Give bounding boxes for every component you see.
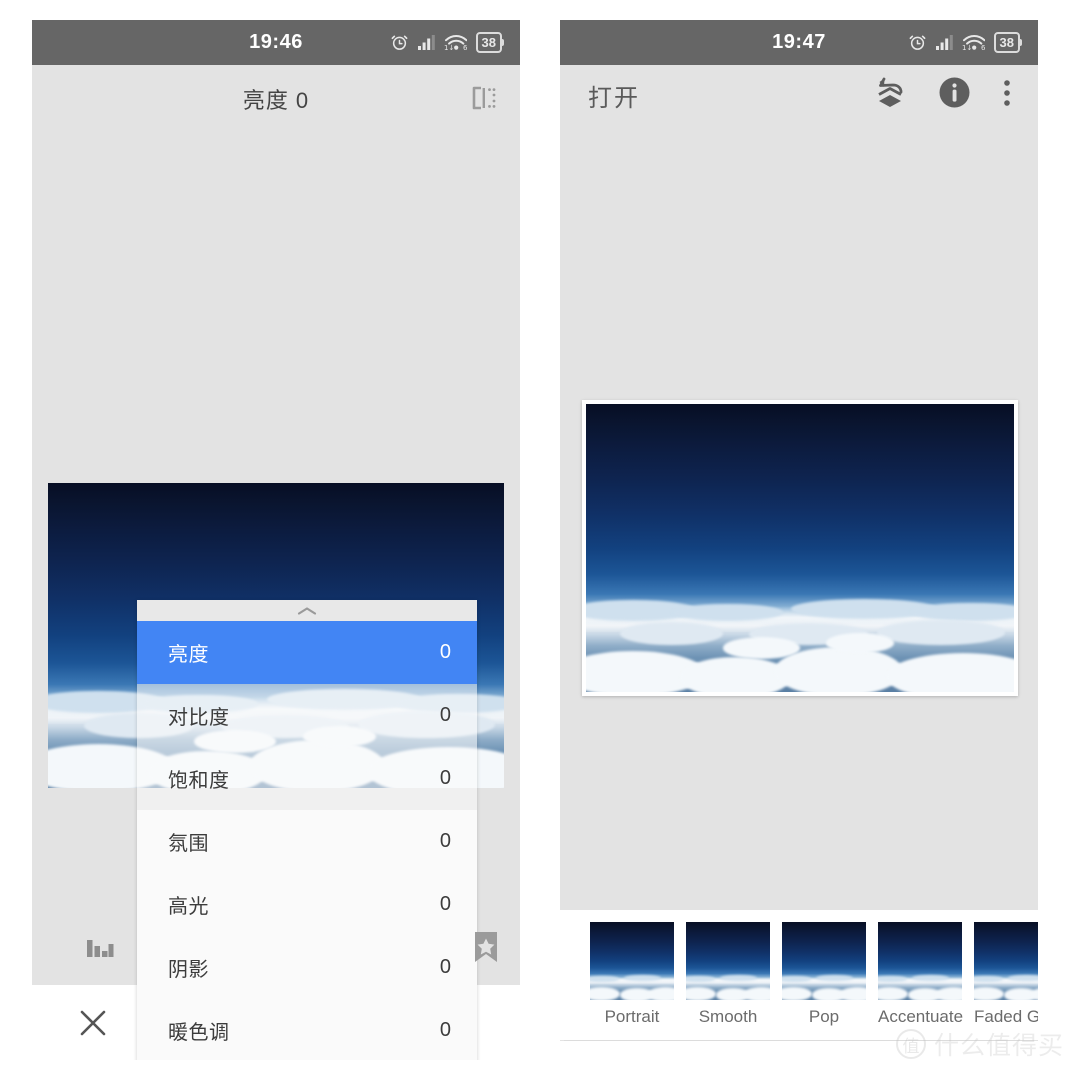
filter-label: Portrait	[604, 1007, 660, 1026]
svg-text:6: 6	[463, 44, 467, 51]
filter-item[interactable]: Portrait	[590, 922, 674, 1027]
adjust-label: 对比度	[168, 707, 230, 729]
adjust-row-brightness[interactable]: 亮度 0	[137, 621, 477, 684]
adjust-label: 阴影	[168, 959, 209, 981]
adjust-label: 亮度	[168, 644, 209, 666]
adjust-value: 0	[439, 1019, 451, 1041]
screenshot-stage: 19:46 1↓ 6 38 亮度 0 亮度 0 对比度 0 饱和度 0 氛围 0…	[0, 0, 1080, 1080]
status-icons: 1↓ 6 38	[908, 32, 1038, 53]
before-after-compare-icon[interactable]	[468, 83, 498, 118]
adjust-row-contrast[interactable]: 对比度 0	[137, 684, 477, 747]
page-title: 亮度 0	[242, 88, 310, 113]
cellular-signal-icon	[417, 35, 435, 50]
filter-thumbnail	[590, 922, 674, 1000]
adjust-label: 氛围	[168, 833, 209, 855]
filter-item[interactable]: Accentuate	[878, 922, 964, 1027]
adjust-value: 0	[439, 641, 451, 663]
filter-label: Smooth	[698, 1007, 758, 1026]
filter-thumbnail	[878, 922, 962, 1000]
info-circle-icon[interactable]	[937, 75, 972, 115]
cellular-signal-icon	[935, 35, 953, 50]
close-x-icon[interactable]	[32, 985, 154, 1060]
left-app-header: 亮度 0	[32, 65, 520, 130]
adjust-label: 饱和度	[168, 770, 230, 792]
adjust-rows-over-photo: 亮度 0 对比度 0 饱和度 0	[137, 621, 477, 810]
filter-item[interactable]: Faded Gl	[974, 922, 1038, 1027]
header-actions	[873, 75, 1018, 115]
left-status-bar: 19:46 1↓ 6 38	[32, 20, 520, 65]
battery-indicator: 38	[475, 32, 505, 53]
left-phone-screen: 19:46 1↓ 6 38 亮度 0 亮度 0 对比度 0 饱和度 0 氛围 0…	[32, 20, 520, 1060]
adjustments-popup[interactable]: 亮度 0 对比度 0 饱和度 0 氛围 0 高光 0 阴影 0 暖色调 0	[137, 600, 477, 1060]
right-status-bar: 19:47 1↓ 6 38	[560, 20, 1038, 65]
watermark: 值 什么值得买	[895, 1026, 1064, 1062]
filter-thumbnail	[974, 922, 1038, 1000]
adjust-row-warmth[interactable]: 暖色调 0	[137, 999, 477, 1060]
status-icons: 1↓ 6 38	[390, 32, 520, 53]
adjust-row-saturation[interactable]: 饱和度 0	[137, 747, 477, 810]
filter-label: Faded Gl	[974, 1007, 1038, 1026]
photo-preview[interactable]	[582, 400, 1018, 696]
layers-undo-icon[interactable]	[873, 76, 907, 115]
alarm-clock-icon	[390, 33, 409, 52]
filter-item[interactable]: Smooth	[686, 922, 770, 1027]
filter-thumbnail	[782, 922, 866, 1000]
filter-label: Accentuate	[878, 1007, 964, 1026]
histogram-icon[interactable]	[84, 932, 114, 967]
filter-label: Pop	[808, 1007, 840, 1026]
chevron-up-icon	[297, 606, 317, 615]
adjust-value: 0	[439, 767, 451, 789]
adjust-value: 0	[439, 893, 451, 915]
filter-list: Portrait Smooth Pop Accentuate Faded Gl	[560, 922, 1038, 1027]
left-photo-canvas: 亮度 0 对比度 0 饱和度 0 氛围 0 高光 0 阴影 0 暖色调 0	[32, 130, 520, 1060]
adjust-row-highlights[interactable]: 高光 0	[137, 873, 477, 936]
wifi-6-icon: 1↓ 6	[962, 34, 985, 51]
adjust-value: 0	[439, 704, 451, 726]
bookmark-star-icon[interactable]	[470, 930, 502, 969]
tab-tools[interactable]: 工具	[719, 1055, 878, 1060]
adjust-label: 暖色调	[168, 1022, 230, 1044]
battery-indicator: 38	[993, 32, 1023, 53]
svg-text:1↓: 1↓	[444, 44, 454, 51]
right-photo-canvas	[560, 125, 1038, 910]
right-app-header: 打开	[560, 65, 1038, 125]
svg-text:6: 6	[981, 44, 985, 51]
filter-item[interactable]: Pop	[782, 922, 866, 1027]
right-phone-screen: 19:47 1↓ 6 38 打开 Portrait Smooth Pop Acc…	[560, 20, 1038, 1060]
tab-styles[interactable]: 样式	[560, 1055, 719, 1060]
status-clock: 19:47	[772, 31, 826, 53]
watermark-text: 什么值得买	[933, 1031, 1064, 1060]
overflow-menu-icon[interactable]	[1002, 76, 1012, 115]
watermark-logo-icon: 值	[895, 1029, 926, 1059]
filter-thumbnail	[686, 922, 770, 1000]
adjust-row-shadows[interactable]: 阴影 0	[137, 936, 477, 999]
cloud-layer	[586, 594, 1014, 692]
open-label: 打开	[588, 84, 640, 112]
alarm-clock-icon	[908, 33, 927, 52]
filter-strip[interactable]: Portrait Smooth Pop Accentuate Faded Gl	[560, 910, 1038, 1040]
status-clock: 19:46	[249, 31, 303, 53]
adjust-label: 高光	[168, 896, 209, 918]
adjust-row-ambiance[interactable]: 氛围 0	[137, 810, 477, 873]
adjust-value: 0	[439, 956, 451, 978]
svg-text:1↓: 1↓	[962, 44, 972, 51]
wifi-6-icon: 1↓ 6	[444, 34, 467, 51]
adjust-value: 0	[439, 830, 451, 852]
popup-collapse-handle[interactable]	[137, 600, 477, 621]
adjust-rows-solid: 氛围 0 高光 0 阴影 0 暖色调 0	[137, 810, 477, 1060]
